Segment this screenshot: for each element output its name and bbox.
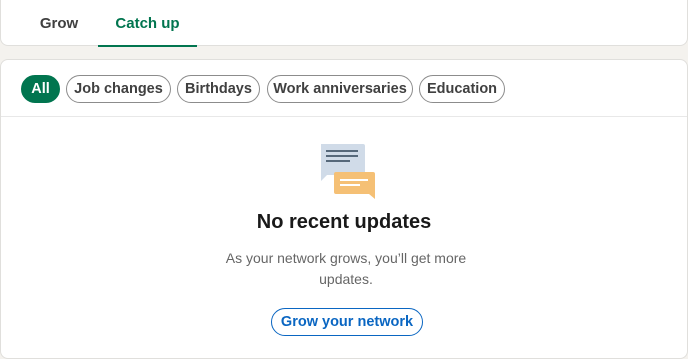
filter-all[interactable]: All — [21, 75, 60, 103]
filter-birthdays[interactable]: Birthdays — [177, 75, 260, 103]
tab-catch-up[interactable]: Catch up — [98, 0, 197, 47]
grow-your-network-button[interactable]: Grow your network — [271, 308, 423, 336]
tab-grow[interactable]: Grow — [21, 0, 97, 46]
filter-education[interactable]: Education — [419, 75, 505, 103]
chat-bubbles-icon — [321, 144, 375, 199]
filter-job-changes[interactable]: Job changes — [66, 75, 171, 103]
empty-state-description: As your network grows, you’ll get more u… — [225, 250, 467, 287]
filter-work-anniversaries[interactable]: Work anniversaries — [267, 75, 413, 103]
tab-bar: Grow Catch up — [0, 0, 688, 47]
catch-up-panel: All Job changes Birthdays Work anniversa… — [0, 59, 688, 359]
filter-bar: All Job changes Birthdays Work anniversa… — [1, 60, 687, 117]
empty-state-title: No recent updates — [256, 211, 432, 233]
